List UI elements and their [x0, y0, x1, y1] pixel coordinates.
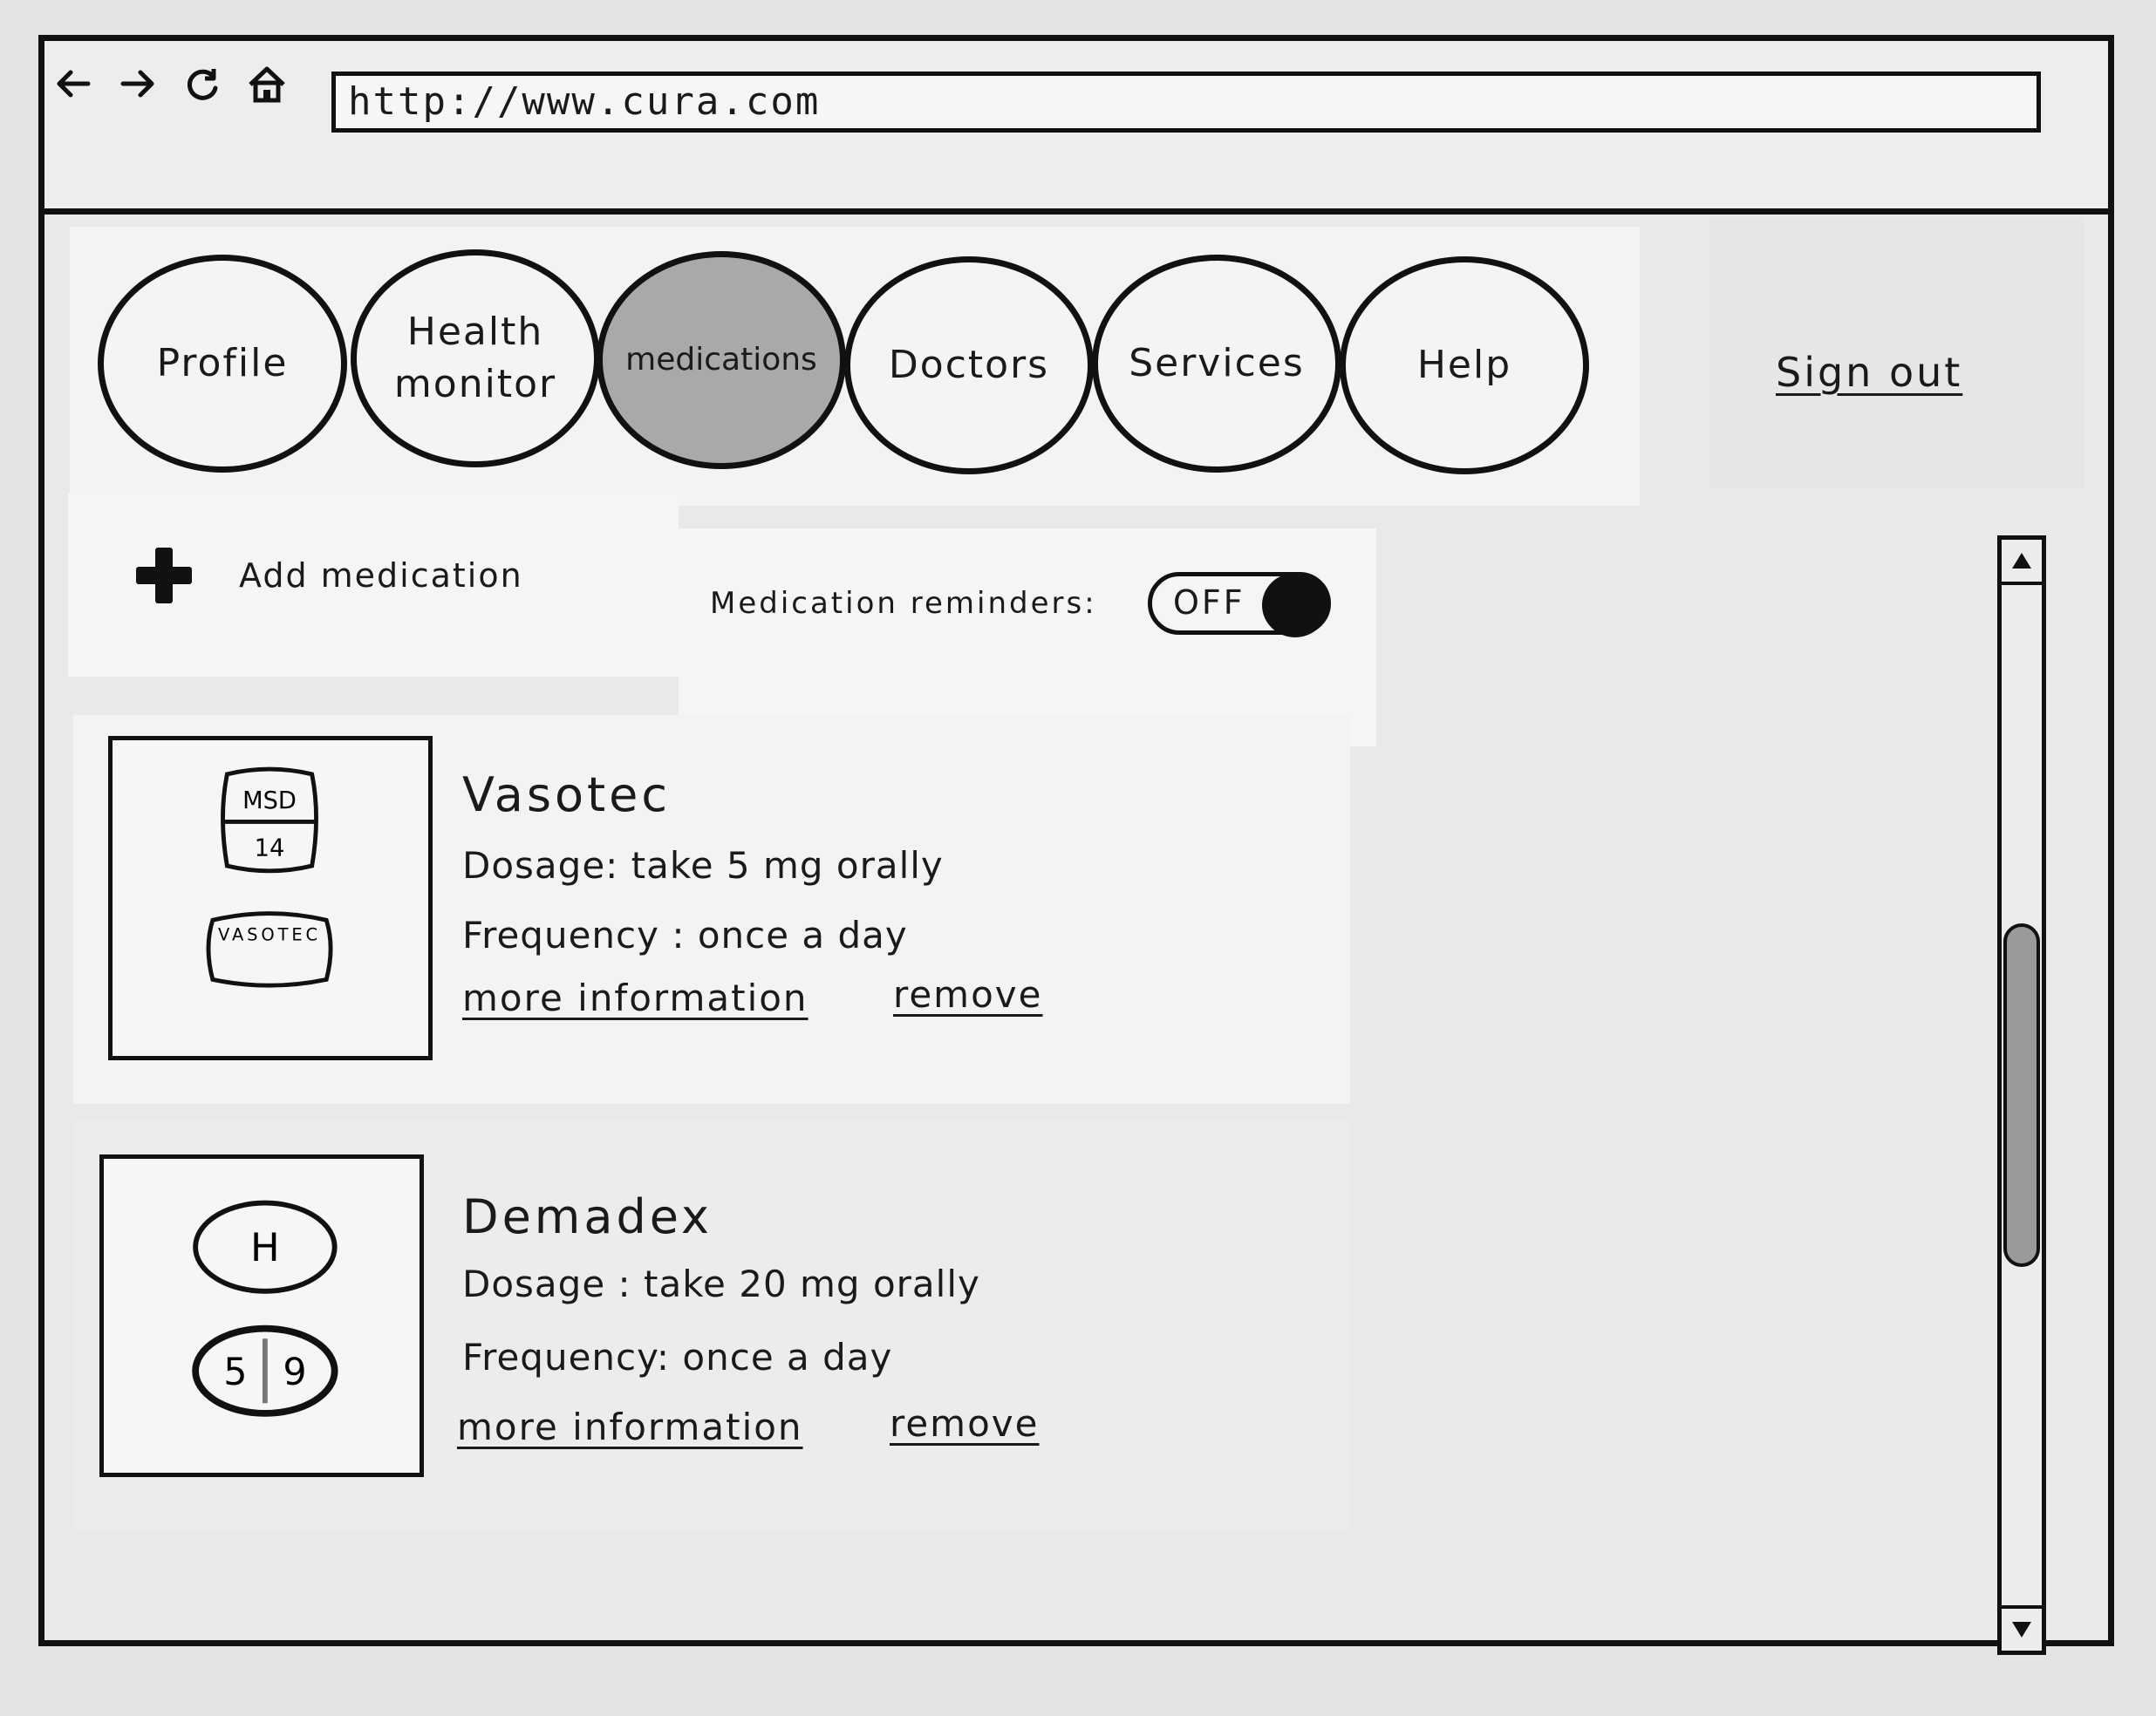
pill-imprint-left: 5 [223, 1351, 247, 1394]
reminders-label: Medication reminders: [710, 586, 1097, 621]
tab-label: Services [1129, 341, 1305, 385]
medication-dosage: Dosage : take 20 mg orally [462, 1263, 980, 1305]
toggle-state: OFF [1173, 583, 1245, 622]
medication-frequency: Frequency : once a day [462, 914, 908, 957]
medication-card: MSD 14 VASOTEC Vasotec Dosage: take 5 mg… [73, 715, 1350, 1104]
reminders-toggle[interactable]: OFF [1148, 572, 1331, 637]
plus-icon[interactable] [133, 544, 195, 607]
more-information-link[interactable]: more information [462, 977, 808, 1019]
pill-imprint-bottom: 14 [255, 834, 285, 861]
add-medication-button[interactable]: Add medication [239, 556, 523, 595]
arrow-left-icon [57, 70, 91, 98]
medication-name: Demadex [462, 1189, 713, 1244]
pill-illustration: MSD 14 VASOTEC [206, 766, 333, 988]
pill-image: MSD 14 VASOTEC [108, 736, 433, 1060]
medication-card: H 5 9 Demadex Dosage : take 20 mg orally… [73, 1120, 1350, 1531]
triangle-up-icon [2012, 553, 2031, 569]
reload-button[interactable] [181, 63, 223, 105]
medication-frequency: Frequency: once a day [462, 1336, 893, 1379]
home-icon [249, 66, 285, 103]
tab-health-monitor[interactable]: Health monitor [351, 249, 600, 467]
tab-services[interactable]: Services [1092, 255, 1341, 473]
tab-label: Profile [156, 341, 289, 385]
sign-out-link[interactable]: Sign out [1776, 349, 1962, 396]
pill-imprint-top: MSD [242, 787, 297, 814]
tab-label: medications [625, 342, 817, 378]
tab-label: Help [1416, 343, 1512, 387]
reminders-panel [679, 528, 1376, 746]
tab-label: Health monitor [393, 310, 557, 406]
scrollbar-thumb[interactable] [2003, 923, 2040, 1267]
pill-image: H 5 9 [99, 1154, 424, 1477]
scroll-up-button[interactable] [2002, 540, 2042, 585]
browser-nav-buttons [52, 63, 288, 105]
tab-label: Doctors [888, 343, 1050, 387]
home-button[interactable] [246, 63, 288, 105]
forward-button[interactable] [117, 63, 159, 105]
pill-illustration: H 5 9 [192, 1200, 338, 1417]
url-bar[interactable]: http://www.cura.com [331, 72, 2041, 133]
back-button[interactable] [52, 63, 94, 105]
triangle-down-icon [2012, 1622, 2031, 1638]
more-information-link[interactable]: more information [457, 1406, 803, 1448]
tab-help[interactable]: Help [1340, 256, 1589, 474]
pill-imprint-right: 9 [283, 1351, 306, 1394]
pill-imprint-name: VASOTEC [218, 925, 321, 945]
scroll-down-button[interactable] [2002, 1605, 2042, 1651]
toggle-knob [1262, 573, 1328, 637]
tab-medications[interactable]: medications [597, 251, 846, 469]
scrollbar[interactable] [1997, 535, 2046, 1655]
medication-dosage: Dosage: take 5 mg orally [462, 844, 944, 887]
remove-link[interactable]: remove [893, 973, 1043, 1016]
tab-profile[interactable]: Profile [98, 255, 347, 473]
remove-link[interactable]: remove [890, 1402, 1040, 1445]
reload-icon [187, 69, 218, 100]
medication-name: Vasotec [462, 767, 672, 822]
tab-doctors[interactable]: Doctors [844, 256, 1094, 474]
pill-imprint-top: H [250, 1224, 280, 1270]
arrow-right-icon [120, 70, 154, 98]
